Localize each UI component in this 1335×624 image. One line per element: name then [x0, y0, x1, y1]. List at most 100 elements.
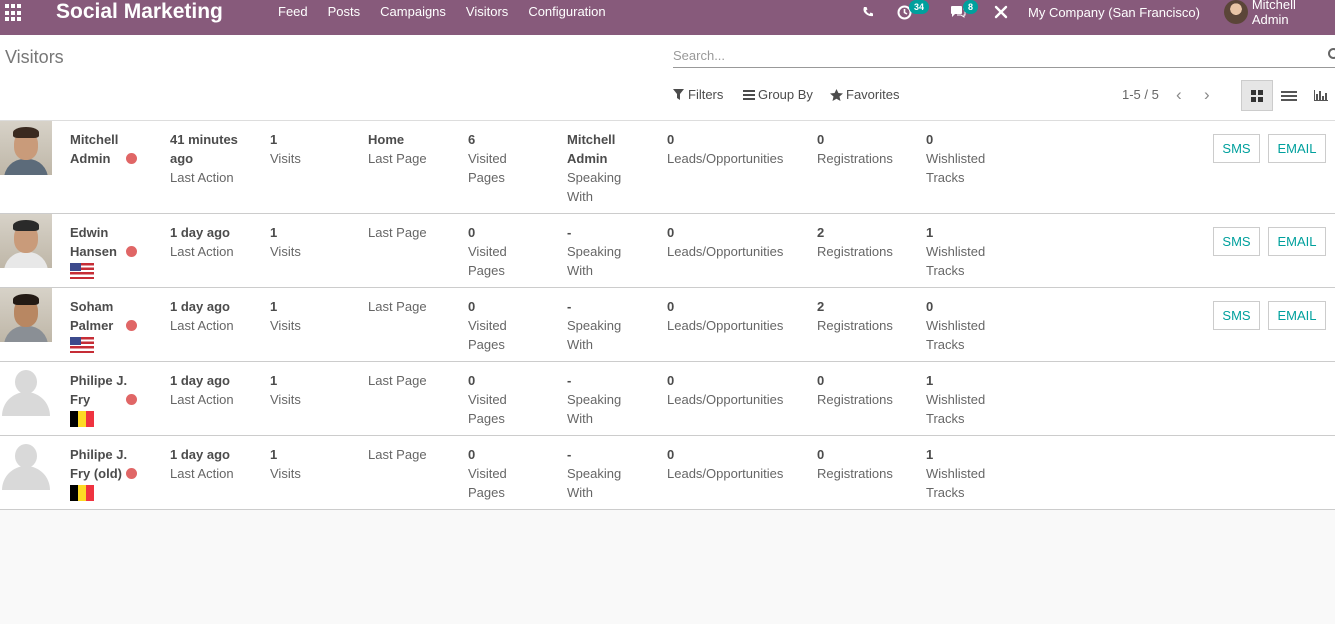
us-flag-icon [70, 263, 94, 279]
star-icon [830, 88, 843, 101]
speaking-with: - Speaking With [567, 373, 622, 426]
menu-configuration[interactable]: Configuration [528, 0, 605, 24]
speaking-with: - Speaking With [567, 447, 622, 500]
email-button[interactable]: EMAIL [1268, 134, 1326, 163]
chevron-right-icon[interactable]: › [1204, 85, 1210, 105]
search-bar [673, 44, 1335, 68]
speaking-with: - Speaking With [567, 299, 622, 352]
bar-chart-icon [1314, 90, 1328, 101]
filters-label: Filters [688, 87, 724, 102]
wishlisted-tracks: 1 Wishlisted Tracks [926, 225, 986, 278]
us-flag-icon [70, 337, 94, 353]
visited-pages: 0 Visited Pages [468, 225, 507, 278]
top-navbar: Social Marketing Feed Posts Campaigns Vi… [0, 0, 1335, 35]
search-icon[interactable] [1328, 48, 1335, 59]
last-action: 1 day ago Last Action [170, 373, 234, 407]
leads-opportunities: 0 Leads/Opportunities [667, 299, 784, 333]
menu-visitors[interactable]: Visitors [466, 0, 508, 24]
chevron-left-icon[interactable]: ‹ [1176, 85, 1182, 105]
visits: 1 Visits [270, 225, 301, 259]
last-page: Last Page [368, 447, 427, 462]
leads-opportunities: 0 Leads/Opportunities [667, 225, 784, 259]
group-by-label: Group By [758, 87, 813, 102]
last-action: 1 day ago Last Action [170, 225, 234, 259]
placeholder-avatar-icon [0, 436, 52, 490]
last-action: 1 day ago Last Action [170, 299, 234, 333]
funnel-icon [673, 89, 684, 100]
chat-badge: 8 [963, 0, 979, 14]
activity-icon[interactable]: 34 [897, 0, 930, 24]
page-title: Visitors [5, 47, 64, 67]
kanban-view-button[interactable] [1241, 80, 1273, 111]
status-dot [126, 320, 137, 331]
visited-pages: 0 Visited Pages [468, 447, 507, 500]
visitor-card[interactable]: Mitchell Admin 41 minutes ago Last Action 1… [0, 121, 1335, 214]
menu-feed[interactable]: Feed [278, 0, 308, 24]
leads-opportunities: 0 Leads/Opportunities [667, 373, 784, 407]
registrations: 0 Registrations [817, 132, 893, 166]
visitor-kanban: Mitchell Admin 41 minutes ago Last Action 1… [0, 121, 1335, 510]
user-name: Mitchell Admin [1251, 0, 1296, 27]
visited-pages: 6 Visited Pages [468, 132, 507, 185]
registrations: 0 Registrations [817, 447, 893, 481]
avatar [1224, 0, 1248, 24]
pager-value[interactable]: 1-5 / 5 [1122, 87, 1159, 102]
visits: 1 Visits [270, 373, 301, 407]
group-by-button[interactable]: Group By [743, 87, 813, 102]
visited-pages: 0 Visited Pages [468, 373, 507, 426]
belgium-flag-icon [70, 411, 94, 427]
phone-icon[interactable] [862, 0, 874, 24]
user-menu[interactable]: Mitchell Admin [1224, 0, 1335, 27]
visitor-photo [0, 288, 52, 342]
status-dot [126, 394, 137, 405]
last-page: Last Page [368, 299, 427, 314]
visitor-card[interactable]: Philipe J. Fry (old) 1 day ago Last Action… [0, 436, 1335, 510]
speaking-with: - Speaking With [567, 225, 622, 278]
visits: 1 Visits [270, 447, 301, 481]
last-page: Last Page [368, 225, 427, 240]
status-dot [126, 153, 137, 164]
visits: 1 Visits [270, 299, 301, 333]
visitor-card[interactable]: Philipe J. Fry 1 day ago Last Action 1 Visi… [0, 362, 1335, 436]
last-page: Last Page [368, 373, 427, 388]
search-input[interactable] [673, 44, 1313, 66]
company-switcher[interactable]: My Company (San Francisco) [1028, 0, 1200, 24]
last-action: 41 minutes ago Last Action [170, 132, 238, 185]
registrations: 0 Registrations [817, 373, 893, 407]
email-button[interactable]: EMAIL [1268, 227, 1326, 256]
list-view-button[interactable] [1273, 80, 1305, 111]
bars-icon [743, 89, 755, 100]
tools-icon[interactable] [994, 0, 1008, 24]
belgium-flag-icon [70, 485, 94, 501]
kanban-icon [1251, 89, 1263, 102]
filters-button[interactable]: Filters [673, 87, 723, 102]
menu-posts[interactable]: Posts [328, 0, 361, 24]
email-button[interactable]: EMAIL [1268, 301, 1326, 330]
wishlisted-tracks: 1 Wishlisted Tracks [926, 447, 986, 500]
apps-icon[interactable] [5, 4, 23, 22]
leads-opportunities: 0 Leads/Opportunities [667, 132, 784, 166]
registrations: 2 Registrations [817, 299, 893, 333]
visits: 1 Visits [270, 132, 301, 166]
activity-badge: 34 [909, 0, 930, 14]
visitor-card[interactable]: Edwin Hansen 1 day ago Last Action 1 Visits… [0, 214, 1335, 288]
last-action: 1 day ago Last Action [170, 447, 234, 481]
placeholder-avatar-icon [0, 362, 52, 416]
list-icon [1281, 89, 1297, 103]
visitor-photo [0, 214, 52, 268]
chat-icon[interactable]: 8 [950, 0, 979, 24]
visitor-card[interactable]: Soham Palmer 1 day ago Last Action 1 Visits… [0, 288, 1335, 362]
menu-campaigns[interactable]: Campaigns [380, 0, 446, 24]
leads-opportunities: 0 Leads/Opportunities [667, 447, 784, 481]
graph-view-button[interactable] [1305, 80, 1335, 111]
main-menu: Feed Posts Campaigns Visitors Configurat… [278, 0, 626, 24]
sms-button[interactable]: SMS [1213, 134, 1260, 163]
last-page: Home Last Page [368, 132, 427, 166]
wishlisted-tracks: 1 Wishlisted Tracks [926, 373, 986, 426]
sms-button[interactable]: SMS [1213, 227, 1260, 256]
registrations: 2 Registrations [817, 225, 893, 259]
favorites-button[interactable]: Favorites [830, 87, 899, 102]
sms-button[interactable]: SMS [1213, 301, 1260, 330]
visited-pages: 0 Visited Pages [468, 299, 507, 352]
status-dot [126, 246, 137, 257]
